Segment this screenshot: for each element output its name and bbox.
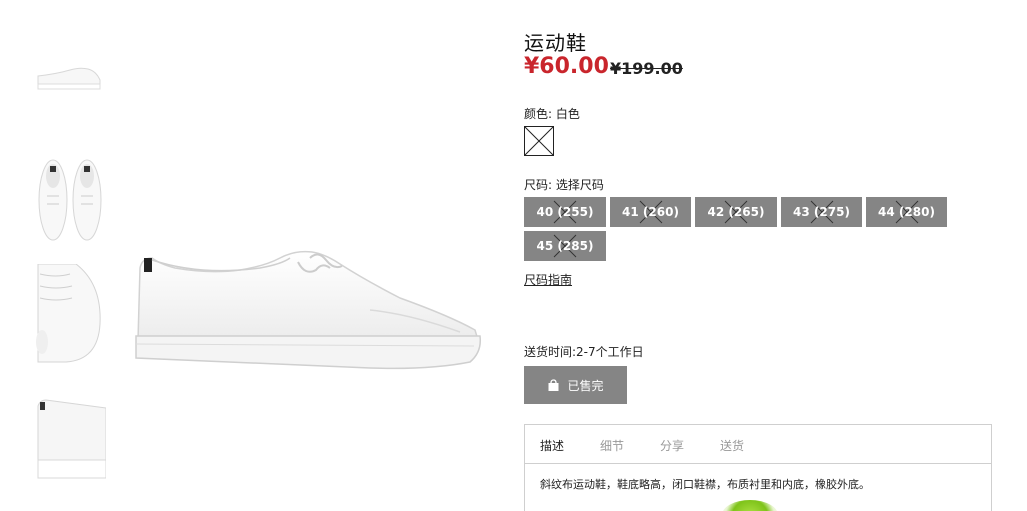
size-option-label: 42 (265) bbox=[707, 205, 765, 219]
product-info-panel: 运动鞋 ¥60.00 ¥199.00 颜色: 白色 尺码: 选择尺码 40 (2… bbox=[524, 0, 1004, 511]
color-label: 颜色: 白色 bbox=[524, 107, 580, 121]
white-sneaker-image bbox=[135, 250, 482, 370]
color-swatch-white[interactable] bbox=[524, 126, 554, 156]
size-option-42[interactable]: 42 (265) bbox=[695, 197, 777, 227]
product-description: 斜纹布运动鞋，鞋底略高，闭口鞋襟，布质衬里和内底，橡胶外底。 bbox=[540, 478, 870, 491]
unavailable-cross-icon bbox=[525, 127, 553, 155]
thumbnail-gallery bbox=[0, 0, 110, 511]
size-option-41[interactable]: 41 (260) bbox=[610, 197, 691, 227]
original-price: ¥199.00 bbox=[610, 59, 683, 78]
sold-out-button[interactable]: 已售完 bbox=[524, 366, 627, 404]
size-option-40[interactable]: 40 (255) bbox=[524, 197, 606, 227]
tab-details[interactable]: 细节 bbox=[600, 437, 624, 454]
size-guide-link[interactable]: 尺码指南 bbox=[524, 271, 572, 288]
product-tabs-panel: 描述 细节 分享 送货 斜纹布运动鞋，鞋底略高，闭口鞋襟，布质衬里和内底，橡胶外… bbox=[524, 424, 992, 511]
delivery-time: 送货时间:2-7个工作日 bbox=[524, 345, 644, 359]
size-label: 尺码: 选择尺码 bbox=[524, 178, 604, 192]
size-option-label: 43 (275) bbox=[793, 205, 850, 219]
shoe-front-thumbnail-image bbox=[36, 264, 101, 363]
shoe-heel-thumbnail-image bbox=[37, 399, 106, 479]
size-option-label: 41 (260) bbox=[622, 205, 679, 219]
thumbnail-heel-view[interactable] bbox=[36, 398, 106, 482]
tab-delivery[interactable]: 送货 bbox=[720, 437, 744, 454]
product-title: 运动鞋 bbox=[524, 31, 587, 55]
size-option-label: 44 (280) bbox=[878, 205, 935, 219]
size-option-label: 45 (285) bbox=[536, 239, 594, 253]
thumbnail-top-view[interactable] bbox=[36, 156, 106, 242]
shopping-bag-icon bbox=[548, 378, 559, 391]
sold-out-label: 已售完 bbox=[567, 378, 604, 393]
size-option-43[interactable]: 43 (275) bbox=[781, 197, 862, 227]
sale-price: ¥60.00 bbox=[524, 54, 609, 79]
shoe-top-thumbnail-image bbox=[38, 159, 102, 241]
thumbnail-side-view[interactable] bbox=[36, 60, 106, 94]
size-option-45[interactable]: 45 (285) bbox=[524, 231, 606, 261]
shoe-side-thumbnail-image bbox=[37, 67, 101, 90]
main-product-image bbox=[130, 240, 490, 385]
size-option-44[interactable]: 44 (280) bbox=[866, 197, 947, 227]
tab-bar: 描述 细节 分享 送货 bbox=[525, 425, 991, 464]
thumbnail-front-view[interactable] bbox=[36, 264, 106, 364]
tab-share[interactable]: 分享 bbox=[660, 437, 684, 454]
tab-description[interactable]: 描述 bbox=[540, 437, 564, 454]
size-option-label: 40 (255) bbox=[536, 205, 594, 219]
